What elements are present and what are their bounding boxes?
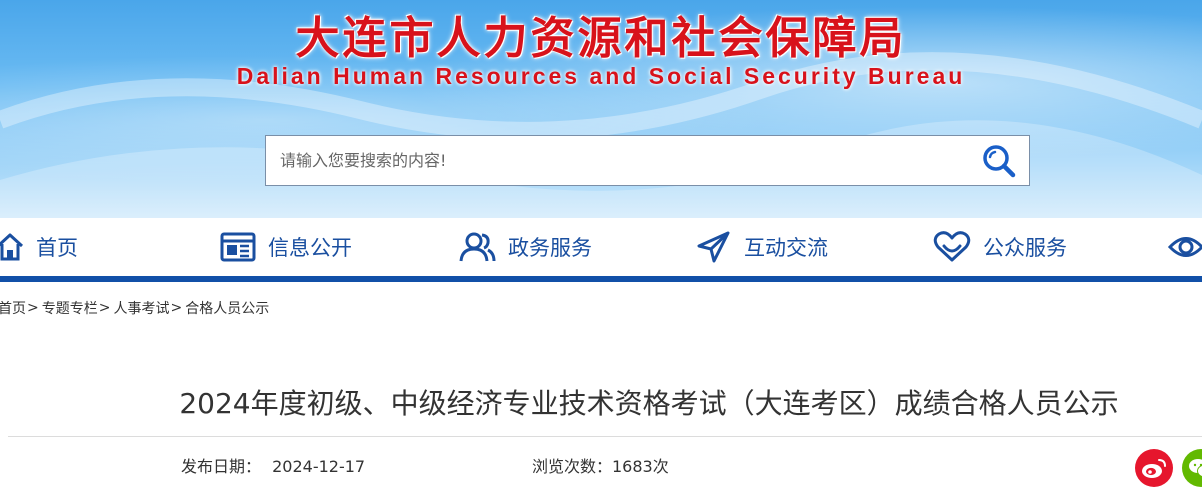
nav-label-interaction: 互动交流 (744, 236, 828, 260)
people-icon (458, 231, 496, 263)
view-count: 浏览次数：1683次 (532, 457, 669, 476)
search-button[interactable] (979, 142, 1019, 180)
title-divider (8, 436, 1202, 437)
nav-item-home[interactable]: 首页 (0, 218, 78, 276)
newspaper-icon (220, 232, 256, 262)
eye-icon (1168, 232, 1202, 262)
search-box (265, 135, 1030, 186)
nav-label-home: 首页 (36, 236, 78, 260)
nav-accent-bar (0, 276, 1202, 282)
share-weibo-button[interactable] (1135, 449, 1173, 487)
breadcrumb-qualified-list[interactable]: 合格人员公示 (185, 298, 269, 318)
nav-item-interaction[interactable]: 互动交流 (696, 218, 828, 276)
article-title: 2024年度初级、中级经济专业技术资格考试（大连考区）成绩合格人员公示 (179, 387, 1119, 420)
publish-date-label: 发布日期： (181, 457, 262, 476)
breadcrumb-personnel-exams[interactable]: 人事考试 (113, 298, 169, 318)
site-subtitle: Dalian Human Resources and Social Securi… (236, 63, 966, 89)
home-icon (0, 232, 24, 262)
breadcrumb-separator: > (98, 300, 111, 316)
breadcrumb-home[interactable]: 首页 (0, 298, 26, 318)
heart-icon (933, 231, 971, 263)
main-nav: 首页 信息公开 政务服务 互动交流 公众服务 (0, 218, 1202, 276)
publish-date: 发布日期： 2024-12-17 (181, 457, 365, 477)
search-icon (983, 145, 1016, 178)
paper-plane-icon (696, 230, 732, 264)
search-input[interactable] (266, 136, 956, 185)
breadcrumb-separator: > (170, 300, 183, 316)
nav-label-public-services: 公众服务 (983, 236, 1067, 260)
wechat-icon (1189, 459, 1202, 478)
breadcrumb: 首页 > 专题专栏 > 人事考试 > 合格人员公示 (0, 298, 269, 318)
nav-label-info-disclosure: 信息公开 (268, 236, 352, 260)
breadcrumb-separator: > (27, 300, 39, 316)
breadcrumb-special-topics[interactable]: 专题专栏 (42, 298, 98, 318)
nav-item-info-disclosure[interactable]: 信息公开 (220, 218, 352, 276)
nav-label-government-services: 政务服务 (508, 236, 592, 260)
publish-date-value: 2024-12-17 (272, 457, 366, 476)
nav-item-more[interactable] (1168, 218, 1202, 276)
share-wechat-button[interactable] (1182, 449, 1202, 487)
nav-item-public-services[interactable]: 公众服务 (933, 218, 1067, 276)
header-banner: 大连市人力资源和社会保障局 Dalian Human Resources and… (0, 0, 1202, 218)
site-title: 大连市人力资源和社会保障局 (295, 13, 907, 64)
nav-item-government-services[interactable]: 政务服务 (458, 218, 592, 276)
weibo-icon (1142, 459, 1166, 478)
